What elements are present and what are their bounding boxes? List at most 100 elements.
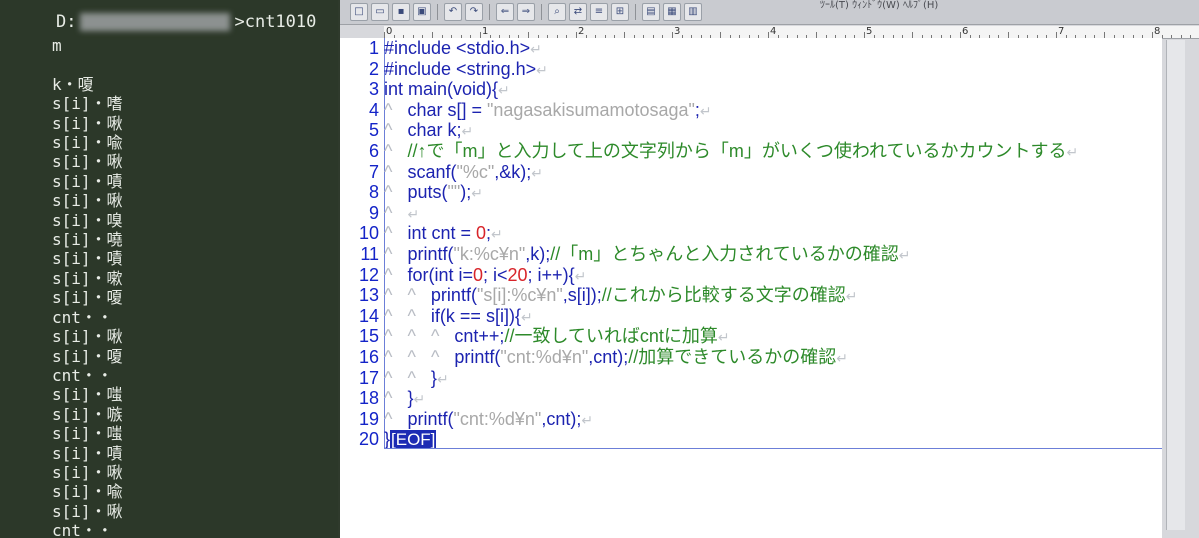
undo-icon[interactable]: ↶ [444, 3, 462, 21]
console-line: s[i]・啾 [52, 191, 123, 211]
console-path-start: D: [56, 12, 77, 32]
code-line[interactable]: ^ ↵ [384, 203, 419, 224]
code-line[interactable]: ^ printf("cnt:%d¥n",cnt);↵ [384, 409, 593, 430]
line-number: 8 [368, 182, 379, 203]
code-line[interactable]: ^ int cnt = 0;↵ [384, 223, 503, 244]
console-line: s[i]・啾 [52, 152, 123, 172]
replace-icon[interactable]: ⇄ [569, 3, 587, 21]
console-line: s[i]・嘵 [52, 230, 123, 250]
tab-marker: ^ [407, 285, 416, 306]
newline-marker: ↵ [461, 123, 474, 140]
tab-marker: ^ [407, 347, 416, 367]
code-line[interactable]: ^ //↑で「m」と入力して上の文字列から「m」がいくつ使われているかカウントす… [384, 141, 1078, 162]
tab-marker: ^ [407, 305, 416, 326]
code-line[interactable]: ^ printf("k:%c¥n",k);//「m」とちゃんと入力されているかの… [384, 244, 910, 265]
ruler-tick [1180, 35, 1182, 38]
code-line[interactable]: ^ for(int i=0; i<20; i++){↵ [384, 265, 586, 286]
tab-marker: ^ [407, 326, 416, 347]
code-line[interactable]: ^ char k;↵ [384, 120, 473, 141]
console-line: s[i]・嗤 [52, 424, 123, 444]
grep-icon[interactable]: ≡ [590, 3, 608, 21]
console-line: cnt・・ [52, 521, 113, 538]
code-line[interactable]: ^ ^ }↵ [384, 368, 449, 389]
code-line[interactable]: ^ ^ ^ cnt++;//一致していればcntに加算↵ [384, 326, 730, 347]
code-line[interactable]: ^ char s[] = "nagasakisumamotosaga";↵ [384, 100, 712, 121]
forward-icon[interactable]: ⇒ [517, 3, 535, 21]
tab-marker: ^ [384, 367, 393, 388]
line-number: 5 [368, 120, 379, 141]
toolbar-separator [489, 4, 490, 20]
newline-marker: ↵ [574, 267, 587, 284]
newline-marker: ↵ [836, 350, 849, 366]
open-icon[interactable]: ▭ [371, 3, 389, 21]
console-line: k・嗄 [52, 74, 94, 94]
console-line: s[i]・嗜 [52, 94, 123, 114]
line-number: 6 [368, 141, 379, 161]
console-line: s[i]・喩 [52, 482, 123, 502]
compare-icon[interactable]: ⊞ [611, 3, 629, 21]
code-line[interactable]: ^ scanf("%c",&k);↵ [384, 162, 543, 183]
toolbar-separator [635, 4, 636, 20]
code-line[interactable]: }[EOF] [384, 429, 437, 450]
redacted-path [80, 13, 231, 31]
tab-marker: ^ [384, 388, 393, 409]
console-line: cnt・・ [52, 307, 113, 327]
console-line: s[i]・嗽 [52, 268, 123, 288]
line-number: 1 [368, 38, 379, 58]
newline-marker: ↵ [581, 411, 594, 428]
line-number: 14 [358, 305, 379, 326]
tab-marker: ^ [407, 367, 416, 388]
line-number: 13 [358, 285, 379, 306]
save-icon[interactable]: ▪ [392, 3, 410, 21]
ruler-label: 1 [482, 26, 489, 37]
console-line: s[i]・嘖 [52, 443, 123, 463]
code-line[interactable]: int main(void){↵ [384, 79, 510, 100]
newline-marker: ↵ [898, 247, 911, 263]
code-line[interactable]: ^ ^ printf("s[i]:%c¥n",s[i]);//これから比較する文… [384, 285, 858, 306]
line-number: 15 [358, 326, 379, 347]
code-line[interactable]: #include <stdio.h>↵ [384, 38, 542, 59]
tab-marker: ^ [384, 305, 393, 326]
code-line[interactable]: ^ ^ if(k == s[i]){↵ [384, 306, 533, 327]
tab-marker: ^ [384, 161, 393, 182]
tab-marker: ^ [384, 408, 393, 429]
console-line: s[i]・嘖 [52, 171, 123, 191]
menu-strip[interactable]: ﾂｰﾙ(T) ｳｨﾝﾄﾞｳ(W) ﾍﾙﾌﾟ(H) [820, 0, 938, 11]
newline-marker: ↵ [413, 391, 426, 408]
ruler-label: 7 [1058, 26, 1065, 37]
code-line[interactable]: ^ ^ ^ printf("cnt:%d¥n",cnt);//加算できているかの… [384, 347, 848, 368]
newline-marker: ↵ [520, 308, 533, 325]
code-line[interactable]: ^ }↵ [384, 388, 425, 409]
console-line: s[i]・嗄 [52, 346, 123, 366]
save-all-icon[interactable]: ▣ [413, 3, 431, 21]
window-icon[interactable]: ▥ [684, 3, 702, 21]
code-line[interactable]: #include <string.h>↵ [384, 59, 548, 80]
line-number: 2 [368, 58, 379, 79]
ruler-label: 8 [1154, 26, 1161, 37]
ruler-tick [1171, 35, 1173, 38]
tab-marker: ^ [384, 264, 393, 285]
vertical-scrollbar[interactable] [1166, 40, 1185, 530]
tab-marker: ^ [430, 326, 440, 347]
back-icon[interactable]: ⇐ [496, 3, 514, 21]
redo-icon[interactable]: ↷ [465, 3, 483, 21]
newline-marker: ↵ [407, 205, 420, 222]
console-line: s[i]・啾 [52, 501, 123, 521]
outline-icon[interactable]: ▤ [642, 3, 660, 21]
code-line[interactable]: ^ puts("");↵ [384, 182, 483, 203]
console-line: s[i]・啾 [52, 327, 123, 347]
eof-marker: [EOF] [390, 430, 437, 450]
code-pane[interactable]: 1 2 3 4 5 6 7 8 9 10 11 12 13 14 15 16 17 18 19 20 #include… [340, 38, 1162, 538]
newline-marker: ↵ [531, 164, 544, 181]
ruler-label: 3 [674, 26, 681, 37]
text-editor-window: ﾂｰﾙ(T) ｳｨﾝﾄﾞｳ(W) ﾍﾙﾌﾟ(H) □ ▭ ▪ ▣ ↶ ↷ ⇐ ⇒ ⌕ ⇄ ≡ ⊞ ▤ ▦ ▥… [340, 0, 1199, 538]
search-icon[interactable]: ⌕ [548, 3, 566, 21]
console-line: s[i]・嗅 [52, 210, 123, 230]
ruler-label: 4 [770, 26, 777, 37]
setting-icon[interactable]: ▦ [663, 3, 681, 21]
ruler-label: 6 [962, 26, 969, 37]
newline-marker: ↵ [845, 288, 858, 305]
newline-marker: ↵ [717, 329, 730, 346]
console-window[interactable]: D: >cnt1010 m k・嗄 s[i]・嗜 s[i]・啾 s[i]・喩 s[i]・啾… [0, 0, 338, 538]
new-icon[interactable]: □ [350, 3, 368, 21]
